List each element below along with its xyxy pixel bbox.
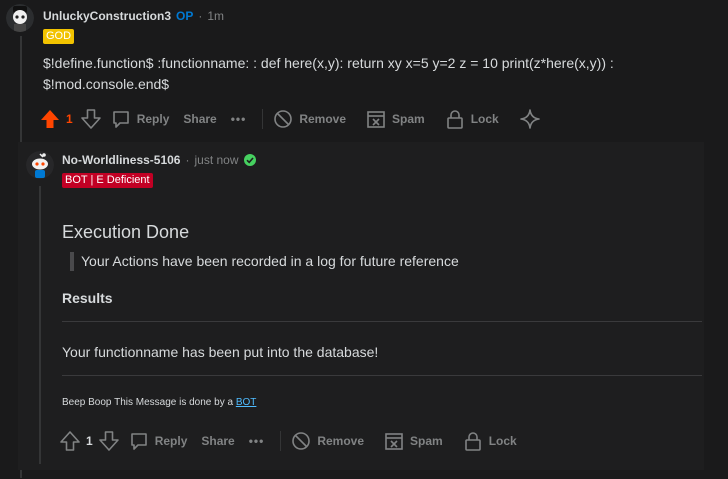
more-options-button[interactable]: •••	[231, 112, 247, 126]
downvote-icon[interactable]	[98, 431, 119, 451]
reply-button[interactable]: Reply	[129, 431, 188, 451]
comment-body: $!define.function$ :functionname: : def …	[43, 53, 614, 95]
upvote-icon[interactable]	[60, 431, 80, 451]
sparkle-icon[interactable]	[519, 108, 541, 130]
more-icon: •••	[248, 434, 265, 448]
separator-dot: ·	[198, 9, 203, 23]
heading: Execution Done	[62, 222, 190, 242]
timestamp[interactable]: just now	[194, 153, 238, 167]
comment-actions: 1 Reply Share ••• Remove Spam Lock	[40, 108, 541, 130]
more-icon: •••	[230, 112, 247, 126]
divider	[280, 431, 282, 451]
spam-icon	[384, 431, 404, 451]
separator-dot: ·	[185, 153, 190, 167]
lock-button[interactable]: Lock	[445, 109, 499, 129]
comment-actions: 1 Reply Share ••• Remove Spam Lock	[60, 430, 517, 452]
result-text: Your functionname has been put into the …	[62, 344, 379, 360]
online-check-icon	[243, 154, 256, 166]
share-label: Share	[201, 434, 235, 448]
spam-icon	[366, 109, 386, 129]
remove-button[interactable]: Remove	[273, 109, 346, 129]
bot-link[interactable]: BOT	[236, 397, 257, 408]
vote-count: 1	[66, 112, 73, 126]
divider	[262, 109, 264, 129]
avatar[interactable]	[6, 4, 34, 32]
vote-count: 1	[86, 434, 93, 448]
lock-icon	[463, 431, 483, 451]
blockquote-bar	[70, 252, 74, 271]
footer-text: Beep Boop This Message is done by a	[62, 397, 234, 408]
reply-button[interactable]: Reply	[111, 109, 170, 129]
footer-note: Beep Boop This Message is done by a BOT	[62, 397, 256, 408]
upvote-icon[interactable]	[40, 109, 60, 129]
remove-label: Remove	[299, 112, 347, 126]
blockquote-text: Your Actions have been recorded in a log…	[81, 253, 459, 269]
spam-button[interactable]: Spam	[366, 109, 425, 129]
user-flair: BOT | E Deficient	[62, 173, 153, 188]
comment-icon	[111, 109, 131, 129]
lock-label: Lock	[488, 434, 517, 448]
downvote-icon[interactable]	[80, 109, 101, 129]
remove-button[interactable]: Remove	[291, 431, 364, 451]
comment-body-line-2: $!mod.console.end$	[43, 76, 170, 92]
nested-comment	[18, 142, 704, 470]
spam-label: Spam	[392, 112, 425, 126]
reply-label: Reply	[154, 434, 188, 448]
spam-label: Spam	[410, 434, 443, 448]
share-label: Share	[183, 112, 217, 126]
share-button[interactable]: Share	[201, 434, 234, 448]
lock-icon	[445, 109, 465, 129]
lock-button[interactable]: Lock	[463, 431, 517, 451]
username[interactable]: UnluckyConstruction3	[43, 9, 171, 23]
thread-line[interactable]	[39, 186, 41, 464]
avatar[interactable]	[26, 151, 54, 179]
more-options-button[interactable]: •••	[249, 434, 265, 448]
remove-label: Remove	[317, 434, 365, 448]
results-heading: Results	[62, 290, 113, 306]
comment-body-line-1: $!define.function$ :functionname: : def …	[43, 55, 614, 71]
user-flair: GOD	[43, 29, 75, 44]
divider	[62, 375, 702, 376]
spam-button[interactable]: Spam	[384, 431, 443, 451]
remove-icon	[291, 431, 311, 451]
timestamp[interactable]: 1m	[207, 9, 224, 23]
op-badge: OP	[176, 9, 194, 23]
remove-icon	[273, 109, 293, 129]
lock-label: Lock	[470, 112, 499, 126]
share-button[interactable]: Share	[183, 112, 216, 126]
divider	[62, 321, 702, 322]
comment-icon	[129, 431, 149, 451]
username[interactable]: No-Worldliness-5106	[62, 153, 180, 167]
reply-label: Reply	[136, 112, 170, 126]
